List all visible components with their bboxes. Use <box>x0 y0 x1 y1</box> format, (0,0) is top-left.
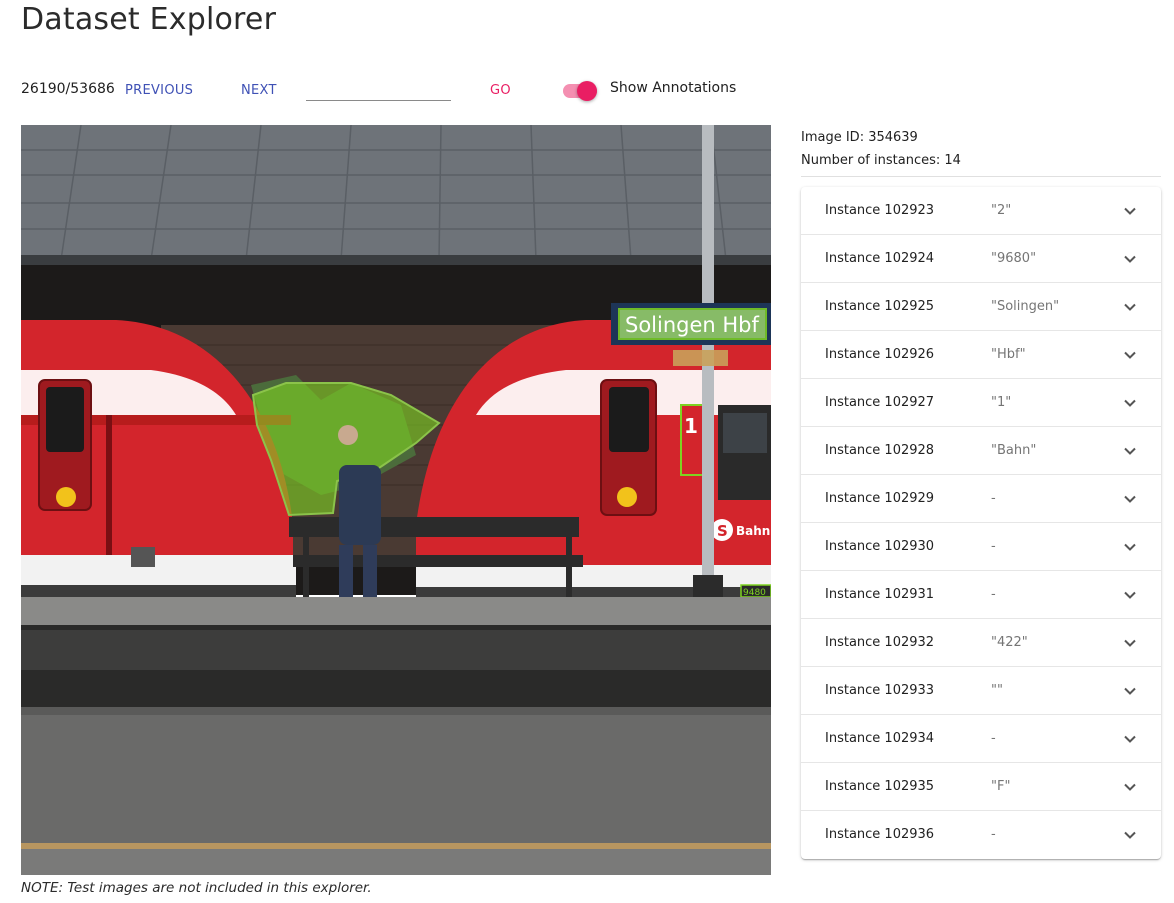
chevron-down-icon[interactable] <box>1123 252 1137 266</box>
chevron-down-icon[interactable] <box>1123 204 1137 218</box>
go-button[interactable]: GO <box>490 83 511 98</box>
instance-row[interactable]: Instance 102923 "2" <box>801 187 1161 235</box>
instance-text-value: "Hbf" <box>991 347 1026 362</box>
instance-row[interactable]: Instance 102936 - <box>801 811 1161 859</box>
chevron-down-icon[interactable] <box>1123 684 1137 698</box>
page-title: Dataset Explorer <box>21 2 277 37</box>
station-sign-text: Solingen Hbf <box>625 313 760 337</box>
instance-row[interactable]: Instance 102928 "Bahn" <box>801 427 1161 475</box>
instance-row[interactable]: Instance 102929 - <box>801 475 1161 523</box>
instance-text-value: "Solingen" <box>991 299 1060 314</box>
instance-row[interactable]: Instance 102930 - <box>801 523 1161 571</box>
instance-row[interactable]: Instance 102926 "Hbf" <box>801 331 1161 379</box>
instance-text-value: "1" <box>991 395 1012 410</box>
show-annotations-toggle[interactable] <box>563 79 599 103</box>
instance-id: Instance 102933 <box>825 683 935 698</box>
previous-button[interactable]: PREVIOUS <box>125 83 193 98</box>
image-id-text: Image ID: 354639 <box>801 130 918 145</box>
instance-id: Instance 102923 <box>825 203 935 218</box>
image-counter: 26190/53686 <box>21 81 115 97</box>
chevron-down-icon[interactable] <box>1123 300 1137 314</box>
image-info: Image ID: 354639 Number of instances: 14 <box>801 126 961 172</box>
chevron-down-icon[interactable] <box>1123 828 1137 842</box>
instance-id: Instance 102934 <box>825 731 935 746</box>
platform-digit-text: 1 <box>684 414 698 438</box>
instance-text-value: "422" <box>991 635 1028 650</box>
instance-row[interactable]: Instance 102932 "422" <box>801 619 1161 667</box>
instance-text-value: "Bahn" <box>991 443 1037 458</box>
instance-row[interactable]: Instance 102933 "" <box>801 667 1161 715</box>
instance-row[interactable]: Instance 102925 "Solingen" <box>801 283 1161 331</box>
chevron-down-icon[interactable] <box>1123 444 1137 458</box>
info-divider <box>801 176 1161 177</box>
instance-id: Instance 102929 <box>825 491 935 506</box>
instance-id: Instance 102924 <box>825 251 935 266</box>
instance-list: Instance 102923 "2" Instance 102924 "9680" I… <box>801 187 1161 859</box>
sbahn-letter-text: S <box>717 522 728 540</box>
instance-id: Instance 102936 <box>825 827 935 842</box>
instance-text-value: - <box>991 539 996 554</box>
train-number-text: 9480 <box>743 588 766 598</box>
next-button[interactable]: NEXT <box>241 83 277 98</box>
dataset-image: 1 S Bahn 9480 Solingen Hbf <box>21 125 771 875</box>
instance-row[interactable]: Instance 102934 - <box>801 715 1161 763</box>
instance-id: Instance 102927 <box>825 395 935 410</box>
bahn-text: Bahn <box>736 524 770 538</box>
show-annotations-label: Show Annotations <box>610 80 737 96</box>
instance-id: Instance 102925 <box>825 299 935 314</box>
test-images-note: NOTE: Test images are not included in th… <box>21 880 372 896</box>
chevron-down-icon[interactable] <box>1123 540 1137 554</box>
chevron-down-icon[interactable] <box>1123 588 1137 602</box>
instance-text-value: - <box>991 827 996 842</box>
instance-text-value: "9680" <box>991 251 1037 266</box>
instance-row[interactable]: Instance 102935 "F" <box>801 763 1161 811</box>
instance-text-value: "2" <box>991 203 1012 218</box>
chevron-down-icon[interactable] <box>1123 492 1137 506</box>
instance-text-value: "F" <box>991 779 1011 794</box>
instance-row[interactable]: Instance 102927 "1" <box>801 379 1161 427</box>
instance-text-value: "" <box>991 683 1003 698</box>
chevron-down-icon[interactable] <box>1123 636 1137 650</box>
chevron-down-icon[interactable] <box>1123 396 1137 410</box>
instance-count-text: Number of instances: 14 <box>801 153 961 168</box>
instance-text-value: - <box>991 731 996 746</box>
instance-row[interactable]: Instance 102931 - <box>801 571 1161 619</box>
instance-id: Instance 102928 <box>825 443 935 458</box>
toggle-thumb <box>577 81 597 101</box>
jump-to-index-input[interactable] <box>306 78 451 101</box>
instance-id: Instance 102926 <box>825 347 935 362</box>
chevron-down-icon[interactable] <box>1123 732 1137 746</box>
chevron-down-icon[interactable] <box>1123 348 1137 362</box>
instance-text-value: - <box>991 587 996 602</box>
instance-row[interactable]: Instance 102924 "9680" <box>801 235 1161 283</box>
instance-id: Instance 102931 <box>825 587 935 602</box>
chevron-down-icon[interactable] <box>1123 780 1137 794</box>
instance-id: Instance 102932 <box>825 635 935 650</box>
instance-text-value: - <box>991 491 996 506</box>
navigation-toolbar: 26190/53686 PREVIOUS NEXT GO Show Annota… <box>21 74 761 108</box>
instance-id: Instance 102930 <box>825 539 935 554</box>
instance-id: Instance 102935 <box>825 779 935 794</box>
